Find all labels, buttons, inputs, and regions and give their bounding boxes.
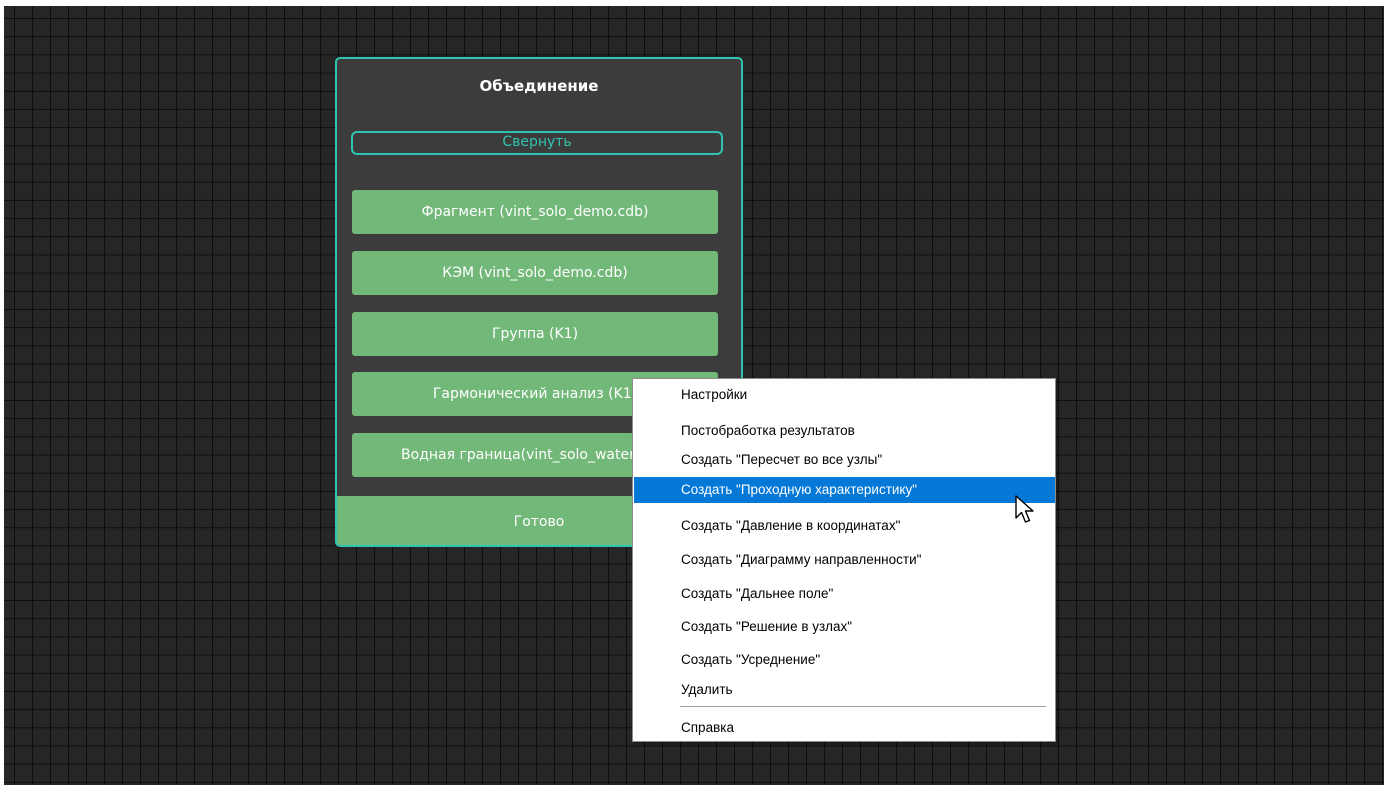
menu-item-help[interactable]: Справка	[634, 715, 1055, 741]
menu-item-transfer-characteristic[interactable]: Создать "Проходную характеристику"	[634, 477, 1055, 503]
node-item-kem[interactable]: КЭМ (vint_solo_demo.cdb)	[352, 251, 718, 295]
menu-item-recalc-all-nodes[interactable]: Создать "Пересчет во все узлы"	[634, 447, 1055, 473]
node-item-group[interactable]: Группа (K1)	[352, 312, 718, 356]
arrow-cursor-icon	[1015, 495, 1034, 523]
menu-item-settings[interactable]: Настройки	[634, 382, 1055, 408]
menu-item-averaging[interactable]: Создать "Усреднение"	[634, 647, 1055, 673]
menu-item-postprocessing[interactable]: Постобработка результатов	[634, 418, 1055, 444]
menu-item-pressure-coordinates[interactable]: Создать "Давление в координатах"	[634, 513, 1055, 539]
menu-item-delete[interactable]: Удалить	[634, 677, 1055, 703]
menu-separator	[680, 706, 1046, 707]
node-title: Объединение	[479, 77, 599, 95]
context-menu: Настройки Постобработка результатов Созд…	[632, 378, 1056, 742]
menu-item-directivity-diagram[interactable]: Создать "Диаграмму направленности"	[634, 547, 1055, 573]
node-item-fragment[interactable]: Фрагмент (vint_solo_demo.cdb)	[352, 190, 718, 234]
menu-item-node-solution[interactable]: Создать "Решение в узлах"	[634, 614, 1055, 640]
menu-item-far-field[interactable]: Создать "Дальнее поле"	[634, 581, 1055, 607]
collapse-button[interactable]: Свернуть	[351, 131, 723, 155]
